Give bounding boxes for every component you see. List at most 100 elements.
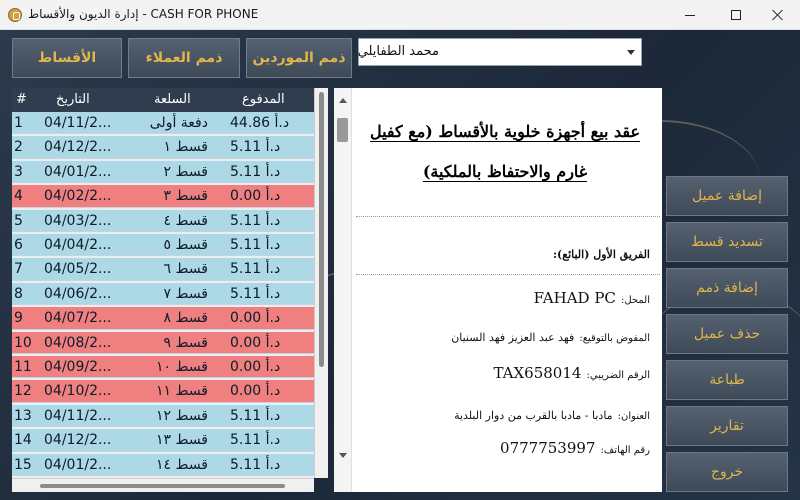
maximize-icon xyxy=(731,10,741,20)
row-paid: د.أ 5.11 xyxy=(230,261,281,278)
row-paid: د.أ 0.00 xyxy=(230,188,281,205)
row-date: 04/12/2... xyxy=(44,139,112,156)
row-item: قسط ١٢ xyxy=(156,407,208,424)
table-vertical-scrollbar[interactable] xyxy=(314,88,328,478)
table-row[interactable]: 9 04/07/2... قسط ٨ د.أ 0.00 xyxy=(12,307,314,330)
scroll-thumb[interactable] xyxy=(337,118,348,142)
signatory-label: المفوض بالتوقيع: xyxy=(579,333,650,344)
chevron-down-icon[interactable] xyxy=(627,50,635,55)
phone-line: رقم الهاتف: 0777753997 xyxy=(500,438,650,457)
divider xyxy=(356,274,660,275)
table-row[interactable]: 2 04/12/2... قسط ١ د.أ 5.11 xyxy=(12,136,314,159)
scroll-down-icon[interactable] xyxy=(339,453,347,458)
phone-label: رقم الهاتف: xyxy=(600,445,650,456)
contract-document: عقد بيع أجهزة خلوية بالأقساط (مع كفيل غا… xyxy=(334,88,662,492)
title-bar: إدارة الديون والأقساط - CASH FOR PHONE xyxy=(0,0,800,30)
store-value: FAHAD PC xyxy=(533,289,616,307)
row-date: 04/01/2... xyxy=(44,456,112,473)
table-row[interactable]: 12 04/10/2... قسط ١١ د.أ 0.00 xyxy=(12,380,314,403)
installments-table[interactable]: # التاريخ السلعة المدفوع 1 04/11/2... دفعة… xyxy=(12,88,314,478)
address-label: العنوان: xyxy=(617,411,650,422)
reports-button[interactable]: تقارير xyxy=(666,406,788,446)
table-row[interactable]: 4 04/02/2... قسط ٣ د.أ 0.00 xyxy=(12,185,314,208)
customer-select[interactable]: محمد الطفايلي xyxy=(358,38,642,66)
minimize-button[interactable] xyxy=(668,0,712,30)
column-header-paid[interactable]: المدفوع xyxy=(242,92,285,107)
customers-debts-button[interactable]: ذمم العملاء xyxy=(128,38,240,78)
row-num: 11 xyxy=(14,359,32,375)
tax-label: الرقم الضريبي: xyxy=(586,370,650,381)
table-row[interactable]: 10 04/08/2... قسط ٩ د.أ 0.00 xyxy=(12,331,314,354)
close-button[interactable] xyxy=(756,0,800,30)
row-item: دفعة أولى xyxy=(149,115,208,131)
row-paid: د.أ 0.00 xyxy=(230,359,281,375)
document-scrollbar[interactable] xyxy=(334,88,352,492)
table-row[interactable]: 13 04/11/2... قسط ١٢ د.أ 5.11 xyxy=(12,404,314,428)
row-num: 9 xyxy=(14,310,23,327)
row-item: قسط ١١ xyxy=(156,383,208,400)
column-header-date[interactable]: التاريخ xyxy=(56,92,90,107)
row-num: 15 xyxy=(14,456,32,473)
close-icon xyxy=(772,9,784,21)
minimize-icon xyxy=(685,14,695,16)
scroll-up-icon[interactable] xyxy=(339,98,347,103)
print-button[interactable]: طباعة xyxy=(666,360,788,400)
table-row[interactable]: 6 04/04/2... قسط ٥ د.أ 5.11 xyxy=(12,234,314,257)
store-line: المحل: FAHAD PC xyxy=(534,288,650,307)
scroll-thumb[interactable] xyxy=(319,92,324,367)
window-title: إدارة الديون والأقساط - CASH FOR PHONE xyxy=(28,7,259,21)
table-row[interactable]: 5 04/03/2... قسط ٤ د.أ 5.11 xyxy=(12,209,314,232)
maximize-button[interactable] xyxy=(714,0,758,30)
table-row[interactable]: 11 04/09/2... قسط ١٠ د.أ 0.00 xyxy=(12,356,314,379)
exit-button[interactable]: خروج xyxy=(666,452,788,492)
table-row[interactable]: 3 04/01/2... قسط ٢ د.أ 5.11 xyxy=(12,160,314,184)
row-paid: د.أ 5.11 xyxy=(230,285,281,302)
row-item: قسط ١٤ xyxy=(156,456,208,473)
store-label: المحل: xyxy=(620,295,650,306)
contract-title: عقد بيع أجهزة خلوية بالأقساط (مع كفيل غا… xyxy=(360,112,650,192)
table-row[interactable]: 14 04/12/2... قسط ١٣ د.أ 5.11 xyxy=(12,429,314,452)
contract-title-line1: عقد بيع أجهزة خلوية بالأقساط (مع كفيل xyxy=(369,122,641,142)
table-row[interactable]: 1 04/11/2... دفعة أولى د.أ 44.86 xyxy=(12,112,314,135)
row-num: 6 xyxy=(14,237,23,253)
customer-select-value: محمد الطفايلي xyxy=(357,44,439,59)
divider xyxy=(356,216,660,217)
column-header-item[interactable]: السلعة xyxy=(154,92,191,107)
row-date: 04/06/2... xyxy=(44,285,112,302)
row-num: 14 xyxy=(14,432,32,449)
row-date: 04/04/2... xyxy=(44,237,112,253)
table-horizontal-scrollbar[interactable] xyxy=(12,478,314,492)
row-date: 04/11/2... xyxy=(44,115,112,131)
row-num: 1 xyxy=(14,115,23,131)
signatory-line: المفوض بالتوقيع: فهد عبد العزيز فهد السن… xyxy=(451,326,650,345)
row-paid: د.أ 44.86 xyxy=(230,115,290,131)
tax-value: TAX658014 xyxy=(493,364,582,382)
row-paid: د.أ 5.11 xyxy=(230,163,281,180)
pay-installment-button[interactable]: تسديد قسط xyxy=(666,222,788,262)
row-paid: د.أ 0.00 xyxy=(230,383,281,400)
table-row[interactable]: 7 04/05/2... قسط ٦ د.أ 5.11 xyxy=(12,258,314,281)
row-date: 04/01/2... xyxy=(44,163,112,180)
row-date: 04/12/2... xyxy=(44,432,112,449)
row-item: قسط ٦ xyxy=(163,261,208,278)
table-row[interactable]: 15 04/01/2... قسط ١٤ د.أ 5.11 xyxy=(12,453,314,476)
row-paid: د.أ 5.11 xyxy=(230,456,281,473)
suppliers-debts-button[interactable]: ذمم الموردين xyxy=(246,38,352,78)
address-line: العنوان: مادبا - مادبا بالقرب من دوار ال… xyxy=(454,404,650,423)
row-item: قسط ٢ xyxy=(163,163,208,180)
table-row[interactable]: 8 04/06/2... قسط ٧ د.أ 5.11 xyxy=(12,282,314,306)
row-date: 04/11/2... xyxy=(44,407,112,424)
row-item: قسط ٨ xyxy=(163,310,208,327)
table-header: # التاريخ السلعة المدفوع xyxy=(12,88,314,112)
column-header-num[interactable]: # xyxy=(16,92,27,107)
row-paid: د.أ 5.11 xyxy=(230,212,281,229)
add-customer-button[interactable]: إضافة عميل xyxy=(666,176,788,216)
delete-customer-button[interactable]: حذف عميل xyxy=(666,314,788,354)
installments-button[interactable]: الأقساط xyxy=(12,38,122,78)
scroll-thumb[interactable] xyxy=(40,484,285,488)
row-item: قسط ٤ xyxy=(163,212,208,229)
add-debt-button[interactable]: إضافة ذمم xyxy=(666,268,788,308)
row-num: 8 xyxy=(14,285,23,302)
row-num: 4 xyxy=(14,188,23,205)
app-icon xyxy=(8,8,22,22)
